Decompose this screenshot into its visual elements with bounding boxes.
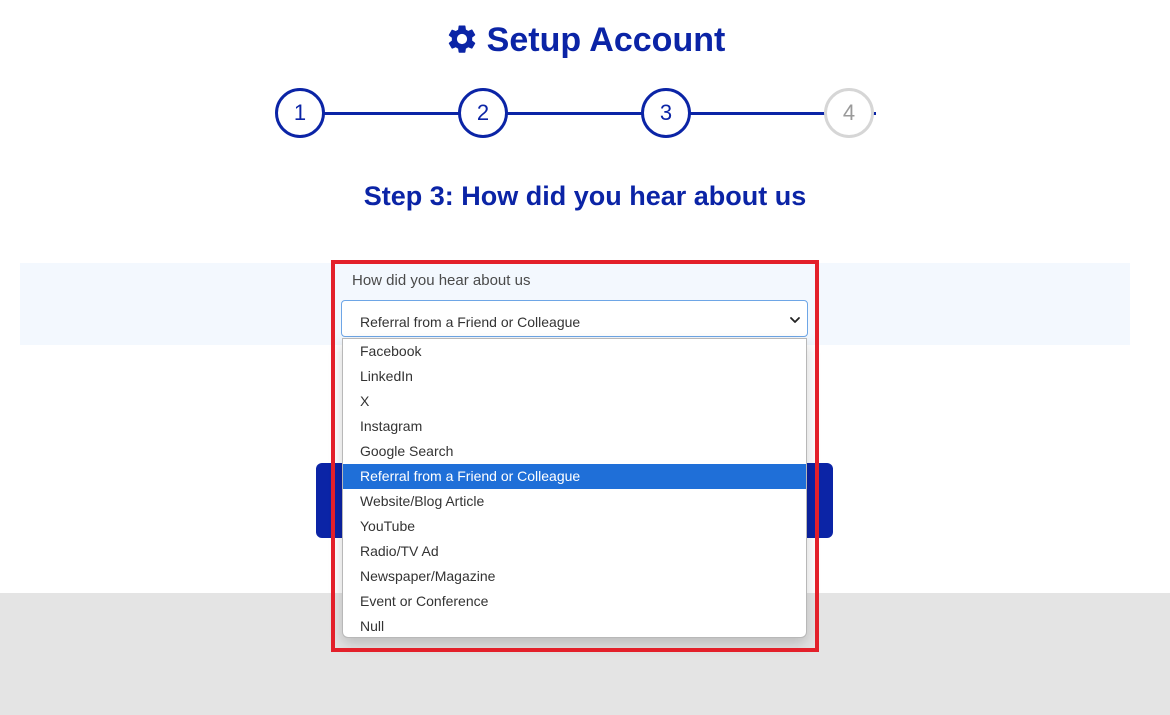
option-youtube[interactable]: YouTube bbox=[343, 514, 806, 539]
dropdown-options-list: Facebook LinkedIn X Instagram Google Sea… bbox=[342, 338, 807, 638]
step-4-circle: 4 bbox=[824, 88, 874, 138]
page-title-text: Setup Account bbox=[486, 21, 726, 59]
option-website-blog[interactable]: Website/Blog Article bbox=[343, 489, 806, 514]
step-1-circle: 1 bbox=[275, 88, 325, 138]
step-connector bbox=[689, 112, 825, 115]
progress-stepper: 1 2 3 4 bbox=[275, 88, 885, 138]
option-facebook[interactable]: Facebook bbox=[343, 339, 806, 364]
option-instagram[interactable]: Instagram bbox=[343, 414, 806, 439]
page-title: Setup Account bbox=[0, 18, 1170, 67]
option-radio-tv[interactable]: Radio/TV Ad bbox=[343, 539, 806, 564]
option-newspaper[interactable]: Newspaper/Magazine bbox=[343, 564, 806, 589]
field-label: How did you hear about us bbox=[352, 272, 531, 289]
step-connector bbox=[323, 112, 459, 115]
option-null[interactable]: Null bbox=[343, 614, 806, 637]
option-google-search[interactable]: Google Search bbox=[343, 439, 806, 464]
select-current-value: Referral from a Friend or Colleague bbox=[360, 314, 581, 330]
referral-source-select[interactable]: Referral from a Friend or Colleague bbox=[341, 300, 808, 337]
gear-icon bbox=[445, 22, 479, 67]
chevron-down-icon bbox=[789, 313, 801, 331]
option-event[interactable]: Event or Conference bbox=[343, 589, 806, 614]
step-3-circle: 3 bbox=[641, 88, 691, 138]
step-2-circle: 2 bbox=[458, 88, 508, 138]
option-referral[interactable]: Referral from a Friend or Colleague bbox=[343, 464, 806, 489]
step-heading: Step 3: How did you hear about us bbox=[363, 181, 807, 211]
option-linkedin[interactable]: LinkedIn bbox=[343, 364, 806, 389]
step-connector bbox=[506, 112, 642, 115]
option-x[interactable]: X bbox=[343, 389, 806, 414]
